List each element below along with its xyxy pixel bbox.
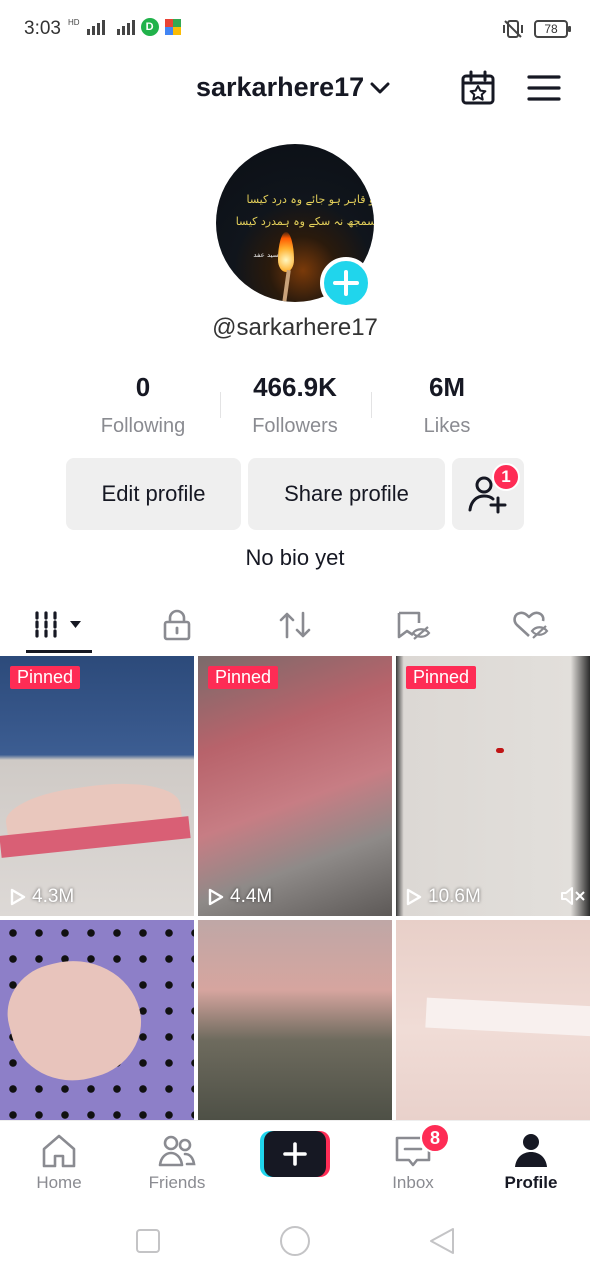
grid-view-icon [35, 611, 81, 638]
tab-reposts[interactable] [236, 596, 354, 654]
add-friends-button[interactable]: 1 [452, 458, 524, 530]
nav-home[interactable]: Home [0, 1121, 118, 1201]
thumbnail-graphic [0, 945, 154, 1095]
nav-inbox-label: Inbox [392, 1173, 434, 1192]
video-thumbnail[interactable]: Pinned 4.4M [198, 656, 392, 916]
home-circle-icon[interactable] [279, 1225, 311, 1257]
username-title: sarkarhere17 [196, 72, 365, 102]
inbox-badge: 8 [420, 1123, 450, 1153]
followers-stat[interactable]: 466.9K Followers [219, 372, 371, 438]
video-thumbnail[interactable] [198, 920, 392, 1120]
thumbnail-graphic [425, 997, 590, 1037]
pinned-badge: Pinned [406, 666, 477, 689]
tab-videos[interactable] [0, 596, 118, 654]
profile-icon [515, 1134, 547, 1167]
friend-request-badge: 1 [492, 463, 520, 491]
recent-apps-icon[interactable] [135, 1228, 161, 1254]
view-count: 10.6M [406, 886, 481, 908]
bottom-nav: Home Friends 8 Inbox Profile [0, 1120, 590, 1200]
bio-text: No bio yet [245, 545, 345, 570]
status-left-icons: HD D [68, 18, 181, 36]
add-avatar-button[interactable] [320, 257, 372, 309]
heart-hidden-icon [513, 611, 549, 639]
battery-icon: 78 [534, 20, 571, 38]
back-triangle-icon[interactable] [428, 1226, 456, 1256]
following-count: 0 [135, 372, 151, 402]
profile-header: sarkarhere17 [0, 64, 590, 114]
following-stat[interactable]: 0 Following [67, 372, 219, 438]
svg-text:سید عفد: سید عفد [253, 251, 278, 259]
play-icon [208, 888, 224, 906]
active-tab-indicator [26, 650, 92, 653]
followers-count: 466.9K [253, 372, 337, 402]
following-label: Following [100, 415, 186, 437]
tab-private[interactable] [118, 596, 236, 654]
followers-label: Followers [252, 415, 338, 437]
play-icon [10, 888, 26, 906]
nav-profile[interactable]: Profile [472, 1121, 590, 1201]
likes-stat[interactable]: 6M Likes [371, 372, 523, 438]
account-switcher[interactable]: sarkarhere17 [196, 72, 390, 103]
svg-text:جو قاہر ہو جائے وہ درد کیسا: جو قاہر ہو جائے وہ درد کیسا [247, 193, 374, 206]
status-right: 78 [502, 18, 571, 40]
nav-friends-label: Friends [148, 1173, 206, 1192]
content-tabs [0, 596, 590, 654]
view-count-label: 10.6M [428, 886, 481, 907]
video-thumbnail[interactable] [396, 920, 590, 1120]
menu-icon[interactable] [527, 74, 561, 102]
create-button[interactable] [260, 1131, 330, 1177]
nav-home-label: Home [36, 1173, 82, 1192]
chevron-down-icon [370, 82, 390, 93]
likes-label: Likes [423, 415, 471, 437]
nav-inbox[interactable]: 8 Inbox [354, 1121, 472, 1201]
view-count: 4.3M [10, 886, 74, 908]
signal-icon [86, 19, 105, 35]
signal-2-icon [116, 19, 135, 35]
edit-profile-button[interactable]: Edit profile [66, 458, 241, 530]
system-navigation-bar [0, 1200, 590, 1280]
hd-indicator: HD [68, 18, 80, 27]
lock-icon [163, 609, 191, 641]
thumbnail-graphic [496, 748, 504, 753]
view-count-label: 4.4M [230, 886, 273, 907]
likes-count: 6M [428, 372, 466, 402]
friends-icon [158, 1135, 196, 1167]
play-icon [406, 888, 422, 906]
pinned-badge: Pinned [208, 666, 279, 689]
profile-handle: @sarkarhere17 [212, 314, 378, 341]
calendar-star-icon[interactable] [460, 70, 496, 106]
pinned-badge: Pinned [10, 666, 81, 689]
app-notification-icon [164, 19, 181, 35]
status-bar: 3:03 HD D 78 [0, 0, 590, 60]
share-profile-button[interactable]: Share profile [248, 458, 445, 530]
tab-favorites[interactable] [354, 596, 472, 654]
nav-friends[interactable]: Friends [118, 1121, 236, 1201]
view-count-label: 4.3M [32, 886, 75, 907]
home-icon [42, 1134, 76, 1168]
nav-profile-label: Profile [504, 1173, 558, 1192]
vibrate-off-icon [503, 20, 523, 38]
tab-liked[interactable] [472, 596, 590, 654]
video-thumbnail[interactable] [0, 920, 194, 1120]
video-thumbnail[interactable]: Pinned 4.3M [0, 656, 194, 916]
bookmark-hidden-icon [397, 611, 431, 640]
svg-text:جو سمجھ نہ سکے وہ ہمدرد کیسا: جو سمجھ نہ سکے وہ ہمدرد کیسا [236, 215, 374, 228]
plus-icon [333, 270, 359, 296]
repost-icon [279, 611, 311, 639]
view-count: 4.4M [208, 886, 272, 908]
mute-icon [561, 887, 585, 905]
video-thumbnail[interactable]: Pinned 10.6M [396, 656, 590, 916]
create-plus-icon [260, 1131, 330, 1177]
status-time: 3:03 [24, 18, 61, 39]
whatsapp-business-icon: D [140, 18, 159, 36]
